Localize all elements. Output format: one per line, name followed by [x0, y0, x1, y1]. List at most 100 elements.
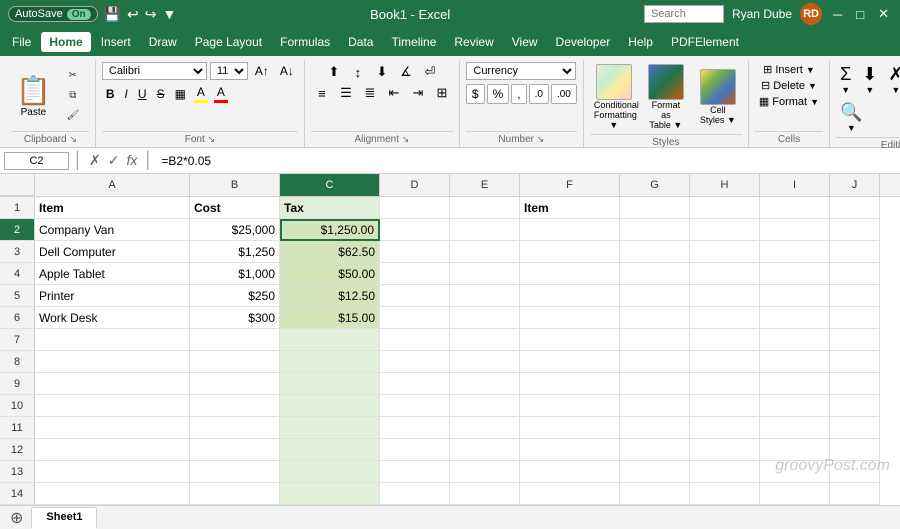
decrease-indent-button[interactable]: ⇤ [383, 83, 405, 103]
cell-e6[interactable] [450, 307, 520, 329]
insert-function-button[interactable]: fx [124, 152, 139, 169]
cell-j7[interactable] [830, 329, 880, 351]
find-select-button[interactable]: 🔍 ▼ [836, 100, 866, 135]
cell-a14[interactable] [35, 483, 190, 505]
cell-e13[interactable] [450, 461, 520, 483]
number-expand-icon[interactable]: ↘ [537, 134, 545, 144]
cell-g9[interactable] [620, 373, 690, 395]
cell-f6[interactable] [520, 307, 620, 329]
cell-b8[interactable] [190, 351, 280, 373]
cell-h9[interactable] [690, 373, 760, 395]
cell-d3[interactable] [380, 241, 450, 263]
cell-c14[interactable] [280, 483, 380, 505]
cell-i4[interactable] [760, 263, 830, 285]
cell-c12[interactable] [280, 439, 380, 461]
cell-a6[interactable]: Work Desk [35, 307, 190, 329]
increase-indent-button[interactable]: ⇥ [407, 83, 429, 103]
orientation-button[interactable]: ∡ [395, 62, 417, 82]
top-align-button[interactable]: ⬆ [323, 62, 345, 82]
cell-a13[interactable] [35, 461, 190, 483]
merge-button[interactable]: ⊞ [431, 83, 453, 103]
confirm-formula-button[interactable]: ✓ [106, 152, 122, 169]
cell-e10[interactable] [450, 395, 520, 417]
cell-j11[interactable] [830, 417, 880, 439]
decrease-font-button[interactable]: A↓ [276, 62, 298, 80]
cell-g14[interactable] [620, 483, 690, 505]
cell-a3[interactable]: Dell Computer [35, 241, 190, 263]
cell-h14[interactable] [690, 483, 760, 505]
cell-d14[interactable] [380, 483, 450, 505]
cell-b1[interactable]: Cost [190, 197, 280, 219]
cell-b7[interactable] [190, 329, 280, 351]
sum-button[interactable]: Σ ▼ [836, 62, 855, 97]
cell-j10[interactable] [830, 395, 880, 417]
border-button[interactable]: ▦ [171, 85, 190, 103]
percent-button[interactable]: % [487, 84, 510, 104]
format-painter-button[interactable]: 🖌 [57, 107, 89, 124]
center-align-button[interactable]: ☰ [335, 83, 357, 103]
cell-a11[interactable] [35, 417, 190, 439]
formula-input[interactable] [157, 154, 896, 168]
cell-d11[interactable] [380, 417, 450, 439]
cell-g2[interactable] [620, 219, 690, 241]
cell-b10[interactable] [190, 395, 280, 417]
cell-c6[interactable]: $15.00 [280, 307, 380, 329]
menu-insert[interactable]: Insert [93, 32, 139, 52]
cell-b9[interactable] [190, 373, 280, 395]
minimize-button[interactable]: ─ [830, 7, 845, 22]
clipboard-expand-icon[interactable]: ↘ [69, 134, 77, 144]
cell-g6[interactable] [620, 307, 690, 329]
cell-b13[interactable] [190, 461, 280, 483]
cell-f1[interactable]: Item [520, 197, 620, 219]
cell-c7[interactable] [280, 329, 380, 351]
cell-d10[interactable] [380, 395, 450, 417]
cell-i5[interactable] [760, 285, 830, 307]
cell-e3[interactable] [450, 241, 520, 263]
decrease-decimal-button[interactable]: .00 [551, 84, 577, 104]
bold-button[interactable]: B [102, 85, 119, 103]
cell-g10[interactable] [620, 395, 690, 417]
cell-f14[interactable] [520, 483, 620, 505]
menu-draw[interactable]: Draw [141, 32, 185, 52]
fill-button[interactable]: ⬇ ▼ [858, 62, 881, 97]
cell-g5[interactable] [620, 285, 690, 307]
cell-h11[interactable] [690, 417, 760, 439]
menu-view[interactable]: View [504, 32, 546, 52]
autosave-toggle[interactable]: On [67, 9, 91, 20]
cell-h6[interactable] [690, 307, 760, 329]
cell-i14[interactable] [760, 483, 830, 505]
cell-g11[interactable] [620, 417, 690, 439]
search-input[interactable] [644, 5, 724, 23]
cell-a5[interactable]: Printer [35, 285, 190, 307]
cell-g3[interactable] [620, 241, 690, 263]
col-header-b[interactable]: B [190, 174, 280, 196]
strikethrough-button[interactable]: S [153, 85, 169, 103]
add-sheet-button[interactable]: ⊕ [4, 508, 29, 528]
format-button[interactable]: ▦ Format ▼ [755, 94, 823, 109]
cell-f13[interactable] [520, 461, 620, 483]
cell-i8[interactable] [760, 351, 830, 373]
name-box[interactable] [4, 152, 69, 170]
cell-c5[interactable]: $12.50 [280, 285, 380, 307]
alignment-expand-icon[interactable]: ↘ [402, 134, 410, 144]
cell-i10[interactable] [760, 395, 830, 417]
dollar-button[interactable]: $ [466, 84, 485, 104]
corner-cell[interactable] [0, 174, 35, 196]
cell-f4[interactable] [520, 263, 620, 285]
cell-c10[interactable] [280, 395, 380, 417]
cell-h10[interactable] [690, 395, 760, 417]
menu-page-layout[interactable]: Page Layout [187, 32, 270, 52]
increase-font-button[interactable]: A↑ [251, 62, 273, 80]
cell-e7[interactable] [450, 329, 520, 351]
font-size-select[interactable]: 11 [210, 62, 248, 80]
cell-i13[interactable] [760, 461, 830, 483]
col-header-d[interactable]: D [380, 174, 450, 196]
cell-b4[interactable]: $1,000 [190, 263, 280, 285]
cell-b2[interactable]: $25,000 [190, 219, 280, 241]
cell-e9[interactable] [450, 373, 520, 395]
bottom-align-button[interactable]: ⬇ [371, 62, 393, 82]
cell-d4[interactable] [380, 263, 450, 285]
middle-align-button[interactable]: ↕ [347, 62, 369, 82]
cell-i9[interactable] [760, 373, 830, 395]
cell-h7[interactable] [690, 329, 760, 351]
